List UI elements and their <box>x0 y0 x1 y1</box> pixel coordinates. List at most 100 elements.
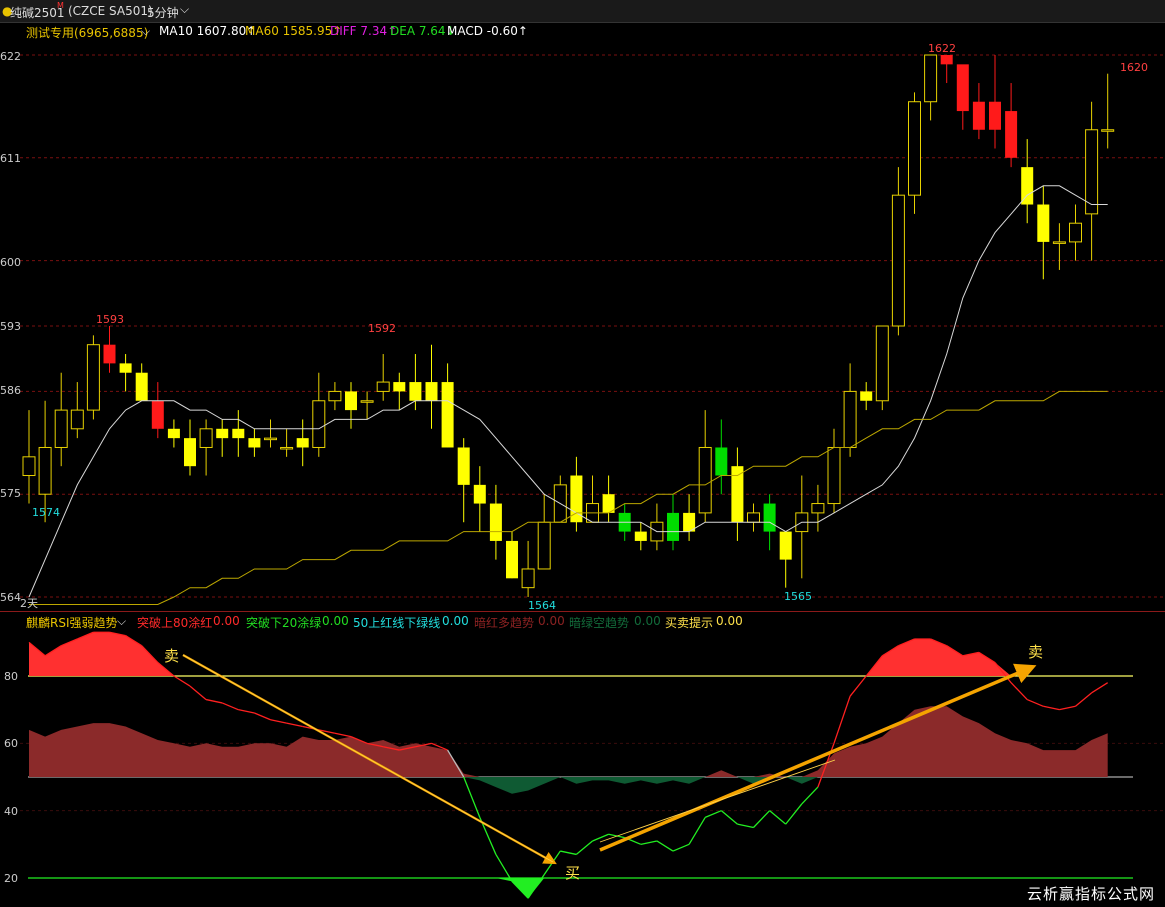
price-tick: 564 <box>0 591 21 604</box>
rsi-bull-trend-area <box>29 706 1108 777</box>
price-tick: 600 <box>0 256 21 269</box>
rsi-line-segment <box>737 823 754 829</box>
rsi-line-segment <box>1026 698 1044 707</box>
rsi-line-segment <box>640 840 658 845</box>
candle-body <box>119 363 132 373</box>
sell-signal-label: 卖 <box>164 647 179 665</box>
candle-body <box>698 446 712 514</box>
candle-body <box>425 382 438 401</box>
rsi-line-segment <box>1010 682 1028 701</box>
rsi-dark-green-value: 0.00 <box>634 614 661 628</box>
candle-body <box>1037 204 1050 242</box>
high-label: 1622 <box>928 42 956 55</box>
candle-body <box>1069 222 1082 243</box>
candle-body <box>715 447 728 476</box>
price-tick: 586 <box>0 384 21 397</box>
candle-body <box>296 438 309 448</box>
rsi-signal: 买卖提示 <box>665 616 714 630</box>
rsi-indicator-name[interactable]: 麒麟RSI强弱趋势 <box>26 614 118 631</box>
candle-body <box>38 446 52 495</box>
rsi-dark-red: 暗红多趋势 <box>474 616 535 630</box>
rsi-tick: 60 <box>4 737 18 750</box>
rsi-signal-value: 0.00 <box>716 614 743 628</box>
candle-body <box>184 438 196 467</box>
chevron-down-icon[interactable]: ⌵ <box>117 614 126 629</box>
candle-body <box>328 390 342 402</box>
candle-body <box>1021 167 1034 205</box>
price-tick: 575 <box>0 487 21 500</box>
rsi-cross50-value: 0.00 <box>442 614 469 628</box>
candle-body <box>731 466 744 523</box>
rsi-break-up-value: 0.00 <box>213 614 240 628</box>
rsi-line-segment <box>254 712 271 721</box>
candle-body <box>376 381 390 392</box>
ma60-line <box>29 390 1108 605</box>
candle-body <box>924 54 938 103</box>
rsi-line-segment <box>1075 692 1093 707</box>
rsi-break-down-value: 0.00 <box>322 614 349 628</box>
high-label: 1593 <box>96 313 124 326</box>
rsi-line-segment <box>334 732 352 738</box>
rsi-line-segment <box>463 776 481 818</box>
high-label: 1592 <box>368 322 396 335</box>
rsi-line-segment <box>833 695 851 744</box>
rsi-line-segment <box>672 843 690 852</box>
days-label: 2天 <box>20 597 38 610</box>
candle-body <box>521 568 535 589</box>
rsi-dark-red-value: 0.00 <box>538 614 565 628</box>
candle-body <box>103 344 116 364</box>
panel-divider[interactable] <box>0 611 1165 612</box>
rsi-line-segment <box>543 850 561 876</box>
candle-body <box>86 344 100 411</box>
candle-body <box>22 456 36 477</box>
rsi-tick: 40 <box>4 805 18 818</box>
rsi-break-up: 突破上80涂红 <box>137 616 213 630</box>
candle-body <box>167 428 180 439</box>
rsi-line-segment <box>849 675 867 697</box>
candle-body <box>232 428 245 439</box>
candle-body <box>827 446 841 505</box>
chart-canvas[interactable]: 622 611 600 593 586 575 564 1593 1592 16… <box>0 0 1165 907</box>
candle-body <box>763 503 776 532</box>
candle-body <box>940 55 953 65</box>
rsi-line-segment <box>205 698 223 704</box>
rsi-overbought-fill <box>29 632 1108 676</box>
rsi-line-segment <box>1059 705 1076 711</box>
candle-body <box>860 391 873 401</box>
rsi-tick: 20 <box>4 872 18 885</box>
rsi-line-segment <box>286 722 303 728</box>
candle-body <box>1005 111 1018 158</box>
candle-body <box>409 382 422 401</box>
rsi-line-segment <box>785 803 803 825</box>
candle-body <box>248 438 261 448</box>
low-label: 1565 <box>784 590 812 603</box>
candle-body <box>506 540 518 579</box>
candle-body <box>1101 129 1115 132</box>
rsi-cross50: 50上红线下绿线 <box>353 616 441 630</box>
candle-body <box>634 531 647 541</box>
rsi-break-down: 突破下20涂绿 <box>246 616 322 630</box>
watermark: 云析赢指标公式网 <box>1017 881 1165 907</box>
rsi-line-segment <box>560 850 577 856</box>
candle-body <box>216 428 229 439</box>
candle-body <box>393 382 406 392</box>
rsi-line-segment <box>173 675 191 687</box>
buy-signal-label: 买 <box>565 864 580 882</box>
candle-body <box>779 531 792 560</box>
rsi-line-segment <box>801 786 819 805</box>
candle-body <box>360 400 374 403</box>
rsi-line-segment <box>238 709 255 714</box>
candle-body <box>891 194 905 327</box>
candle-body <box>151 400 164 429</box>
rsi-line-segment <box>270 719 287 724</box>
rsi-line-segment <box>753 810 771 828</box>
rsi-line-segment <box>1043 705 1060 711</box>
candle-body <box>199 428 213 448</box>
candle-body <box>972 101 985 130</box>
rsi-bear-trend-area <box>29 777 1108 794</box>
rsi-line-segment <box>704 810 722 818</box>
candle-body <box>264 437 277 441</box>
price-tick: 593 <box>0 320 21 333</box>
rsi-line-segment <box>221 702 239 711</box>
candle-body <box>54 409 68 448</box>
